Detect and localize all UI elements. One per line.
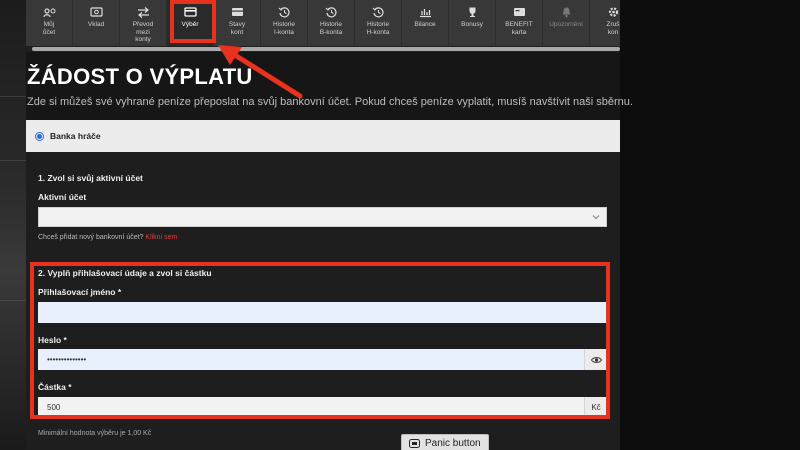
toolbar-item-11[interactable]: Upozornění: [543, 0, 589, 46]
panic-icon: [409, 438, 420, 448]
toolbar-item-5[interactable]: Historie I-konta: [261, 0, 307, 46]
password-input[interactable]: ••••••••••••••: [38, 349, 607, 370]
toolbar-scrollbar[interactable]: [26, 46, 620, 52]
page-title: ŽÁDOST O VÝPLATU: [27, 64, 253, 89]
toolbar-item-label: Převod mezi konty: [132, 21, 154, 43]
toolbar-item-6[interactable]: Historie B-konta: [308, 0, 354, 46]
gear-icon: [606, 6, 620, 18]
toolbar-item-8[interactable]: Bilance: [402, 0, 448, 46]
add-account-help: Chceš přidat nový bankovní účet? Klikni …: [38, 234, 177, 241]
section2-title: 2. Vyplň přihlašovací údaje a zvol si čá…: [38, 268, 212, 278]
section1-title: 1. Zvol si svůj aktivní účet: [38, 173, 143, 183]
add-account-text: Chceš přidat nový bankovní účet?: [38, 234, 144, 241]
toolbar-item-1[interactable]: Vklad: [73, 0, 119, 46]
bank-option[interactable]: Banka hráče: [26, 120, 620, 152]
password-label: Heslo *: [38, 335, 67, 345]
toolbar-item-label: Můj ůčet: [42, 21, 56, 36]
toolbar-item-label: Historie I-konta: [272, 21, 296, 36]
toolbar-item-label: Historie H-konta: [366, 21, 390, 36]
amount-value: 500: [47, 403, 61, 412]
toolbar-item-label: Výběr: [181, 21, 199, 28]
toolbar-item-label: Bonusy: [461, 21, 483, 28]
login-label: Přihlašovací jméno *: [38, 287, 122, 297]
bank-radio[interactable]: [35, 131, 44, 141]
toolbar-item-9[interactable]: Bonusy: [449, 0, 495, 46]
chevron-down-icon: [592, 215, 600, 220]
toolbar-item-label: Vklad: [87, 21, 105, 28]
trophy-icon: [465, 6, 479, 18]
background-right: [620, 0, 800, 450]
card-icon: [183, 6, 197, 18]
panic-button-label: Panic button: [425, 437, 481, 449]
toolbar-item-label: BENEFIT karta: [505, 21, 533, 36]
active-account-select[interactable]: [38, 207, 607, 227]
toolbar-item-label: Bilance: [414, 21, 436, 28]
transfer-arrows-icon: [136, 6, 150, 18]
panic-button[interactable]: Panic button: [401, 434, 489, 450]
amount-input[interactable]: 500 Kč: [38, 397, 607, 418]
page-subtitle: Zde si můžeš své vyhrané peníze přeposla…: [27, 96, 633, 108]
bank-option-label: Banka hráče: [50, 131, 101, 141]
toolbar-item-label: Historie B-konta: [319, 21, 343, 36]
toolbar-scrollbar-thumb[interactable]: [32, 47, 620, 51]
history-icon: [324, 6, 338, 18]
toolbar-item-label: Upozornění: [549, 21, 583, 28]
toolbar-item-12[interactable]: Zruš kon: [590, 0, 620, 46]
min-withdrawal-note: Minimální hodnota výběru je 1,00 Kč: [38, 430, 152, 437]
amount-label: Částka *: [38, 382, 72, 392]
background-left: [0, 0, 26, 450]
bell-icon: [559, 6, 573, 18]
cash-icon: [89, 6, 103, 18]
user-gear-icon: [42, 6, 56, 18]
history-icon: [277, 6, 291, 18]
toolbar-item-4[interactable]: Stavy kont: [214, 0, 260, 46]
login-input[interactable]: [38, 302, 607, 323]
amount-currency: Kč: [584, 397, 607, 418]
add-account-link[interactable]: Klikni sem: [145, 234, 177, 241]
password-value: ••••••••••••••: [47, 355, 87, 364]
wallet-icon: [230, 6, 244, 18]
toolbar-item-0[interactable]: Můj ůčet: [26, 0, 72, 46]
toolbar-item-label: Stavy kont: [228, 21, 246, 36]
benefit-card-icon: [512, 6, 526, 18]
active-account-label: Aktivní účet: [38, 192, 87, 202]
toolbar-item-10[interactable]: BENEFIT karta: [496, 0, 542, 46]
history-icon: [371, 6, 385, 18]
show-password-button[interactable]: [584, 349, 607, 370]
toolbar-item-3[interactable]: Výběr: [167, 0, 213, 46]
bar-chart-icon: [418, 6, 432, 18]
eye-icon: [590, 356, 602, 363]
toolbar-item-label: Zruš kon: [606, 21, 620, 36]
toolbar-item-7[interactable]: Historie H-konta: [355, 0, 401, 46]
toolbar-item-2[interactable]: Převod mezi konty: [120, 0, 166, 46]
account-toolbar: Můj ůčet Vklad Převod mezi konty Výběr Stavy…: [26, 0, 620, 46]
